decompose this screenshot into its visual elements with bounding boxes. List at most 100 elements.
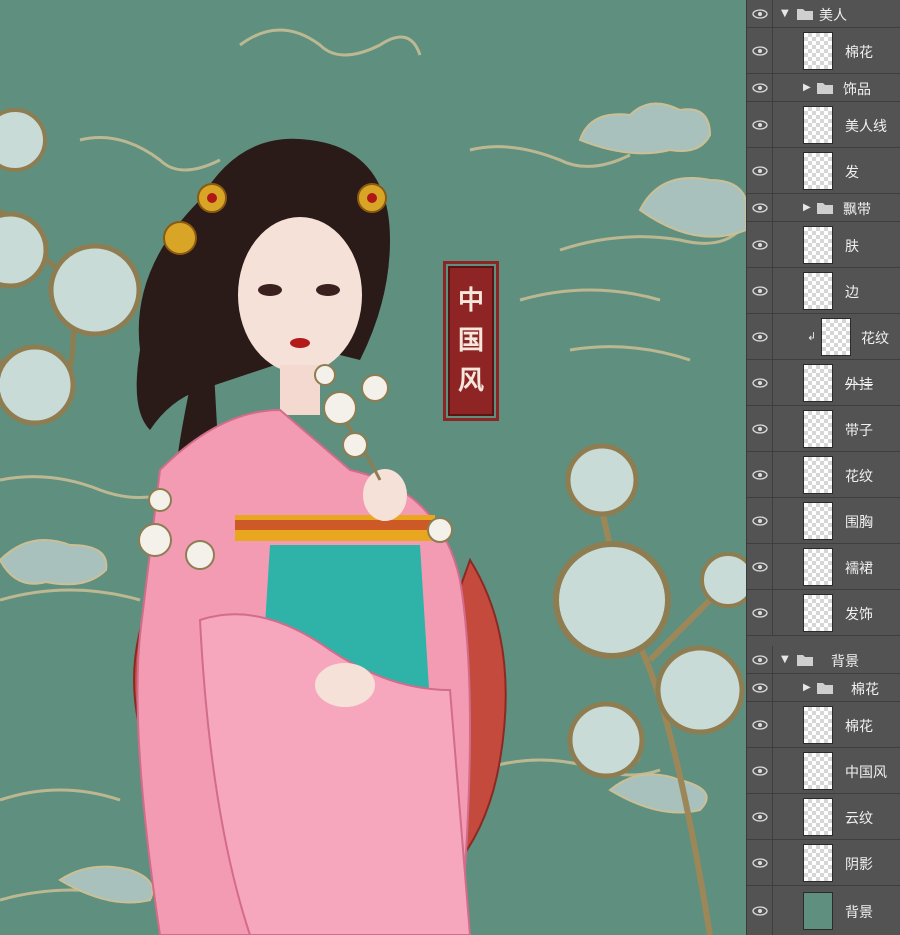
layer-label: 中国风: [845, 765, 887, 781]
triangle-down-icon[interactable]: ▼: [781, 654, 789, 665]
layer-skirt[interactable]: 襦裙: [747, 544, 900, 590]
layer-group-beauty[interactable]: ▼ 美人: [747, 0, 900, 28]
layer-group-accessories[interactable]: ▶ 饰品: [747, 74, 900, 102]
layer-group-background[interactable]: ▼ 背景: [747, 646, 900, 674]
triangle-right-icon[interactable]: ▶: [803, 82, 811, 93]
eye-icon: [751, 45, 768, 56]
layer-label: 襦裙: [845, 561, 873, 577]
visibility-toggle[interactable]: [747, 674, 773, 701]
layer-label: 花纹: [861, 331, 889, 347]
layer-bodice[interactable]: 围胸: [747, 498, 900, 544]
layer-thumbnail: [803, 706, 833, 744]
eye-icon: [751, 607, 768, 618]
eye-icon: [751, 811, 768, 822]
layer-hair-ornament[interactable]: 发饰: [747, 590, 900, 636]
visibility-toggle[interactable]: [747, 452, 773, 497]
layer-label: 围胸: [845, 515, 873, 531]
folder-icon: [817, 83, 833, 94]
visibility-toggle[interactable]: [747, 794, 773, 839]
visibility-toggle[interactable]: [747, 148, 773, 193]
layer-label: 阴影: [845, 857, 873, 873]
layer-label: 背景: [831, 654, 859, 670]
eye-icon: [751, 905, 768, 916]
layer-thumbnail: [803, 364, 833, 402]
eye-icon: [751, 654, 768, 665]
visibility-toggle[interactable]: [747, 840, 773, 885]
eye-icon: [751, 469, 768, 480]
visibility-toggle[interactable]: [747, 544, 773, 589]
layer-cloud-pattern[interactable]: 云纹: [747, 794, 900, 840]
layer-label: 美人线: [845, 119, 887, 135]
layer-label: 棉花: [845, 45, 873, 61]
layer-thumbnail: [803, 844, 833, 882]
layer-label: 带子: [845, 423, 873, 439]
visibility-toggle[interactable]: [747, 360, 773, 405]
eye-icon: [751, 239, 768, 250]
seal-char-1: 中: [457, 286, 484, 316]
layer-label: 美人: [819, 8, 847, 24]
visibility-toggle[interactable]: [747, 0, 773, 27]
visibility-toggle[interactable]: [747, 590, 773, 635]
eye-icon: [751, 377, 768, 388]
triangle-down-icon[interactable]: ▼: [781, 8, 789, 19]
visibility-toggle[interactable]: [747, 748, 773, 793]
layer-thumbnail: [803, 410, 833, 448]
layer-edge[interactable]: 边: [747, 268, 900, 314]
layer-label: 棉花: [851, 682, 879, 698]
visibility-toggle[interactable]: [747, 406, 773, 451]
eye-icon: [751, 682, 768, 693]
layer-background[interactable]: 背景: [747, 886, 900, 935]
layer-hair[interactable]: 发: [747, 148, 900, 194]
layer-outer[interactable]: 外挂: [747, 360, 900, 406]
eye-icon: [751, 423, 768, 434]
layer-shadow[interactable]: 阴影: [747, 840, 900, 886]
eye-icon: [751, 285, 768, 296]
eye-icon: [751, 515, 768, 526]
layer-cotton[interactable]: 棉花: [747, 28, 900, 74]
eye-icon: [751, 8, 768, 19]
folder-icon: [817, 683, 833, 694]
seal-char-2: 国: [457, 326, 484, 356]
folder-icon: [797, 9, 813, 20]
visibility-toggle[interactable]: [747, 28, 773, 73]
layer-pattern[interactable]: 花纹: [747, 452, 900, 498]
eye-icon: [751, 82, 768, 93]
layer-belt[interactable]: 带子: [747, 406, 900, 452]
layer-thumbnail: [803, 798, 833, 836]
seal-char-3: 风: [457, 366, 484, 396]
visibility-toggle[interactable]: [747, 886, 773, 935]
layer-pattern-clipped[interactable]: ↲ 花纹: [747, 314, 900, 360]
visibility-toggle[interactable]: [747, 102, 773, 147]
visibility-toggle[interactable]: [747, 702, 773, 747]
visibility-toggle[interactable]: [747, 268, 773, 313]
layer-group-cotton[interactable]: ▶ 棉花: [747, 674, 900, 702]
layer-label: 发: [845, 165, 859, 181]
triangle-right-icon[interactable]: ▶: [803, 202, 811, 213]
layer-lineart[interactable]: 美人线: [747, 102, 900, 148]
visibility-toggle[interactable]: [747, 222, 773, 267]
eye-icon: [751, 857, 768, 868]
eye-icon: [751, 202, 768, 213]
layer-cotton-bg[interactable]: 棉花: [747, 702, 900, 748]
artwork-canvas[interactable]: 中 国 风: [0, 0, 746, 935]
layer-label: 背景: [845, 905, 873, 921]
layer-thumbnail: [821, 318, 851, 356]
layer-label: 棉花: [845, 719, 873, 735]
layer-label: 边: [845, 285, 859, 301]
eye-icon: [751, 331, 768, 342]
folder-icon: [797, 655, 813, 666]
visibility-toggle[interactable]: [747, 194, 773, 221]
visibility-toggle[interactable]: [747, 646, 773, 673]
visibility-toggle[interactable]: [747, 314, 773, 359]
layer-group-ribbon[interactable]: ▶ 飘带: [747, 194, 900, 222]
eye-icon: [751, 719, 768, 730]
layer-thumbnail: [803, 272, 833, 310]
layer-chinese-style[interactable]: 中国风: [747, 748, 900, 794]
layer-label: 云纹: [845, 811, 873, 827]
visibility-toggle[interactable]: [747, 74, 773, 101]
triangle-right-icon[interactable]: ▶: [803, 682, 811, 693]
visibility-toggle[interactable]: [747, 498, 773, 543]
layer-thumbnail: [803, 752, 833, 790]
layer-thumbnail: [803, 502, 833, 540]
layer-skin[interactable]: 肤: [747, 222, 900, 268]
